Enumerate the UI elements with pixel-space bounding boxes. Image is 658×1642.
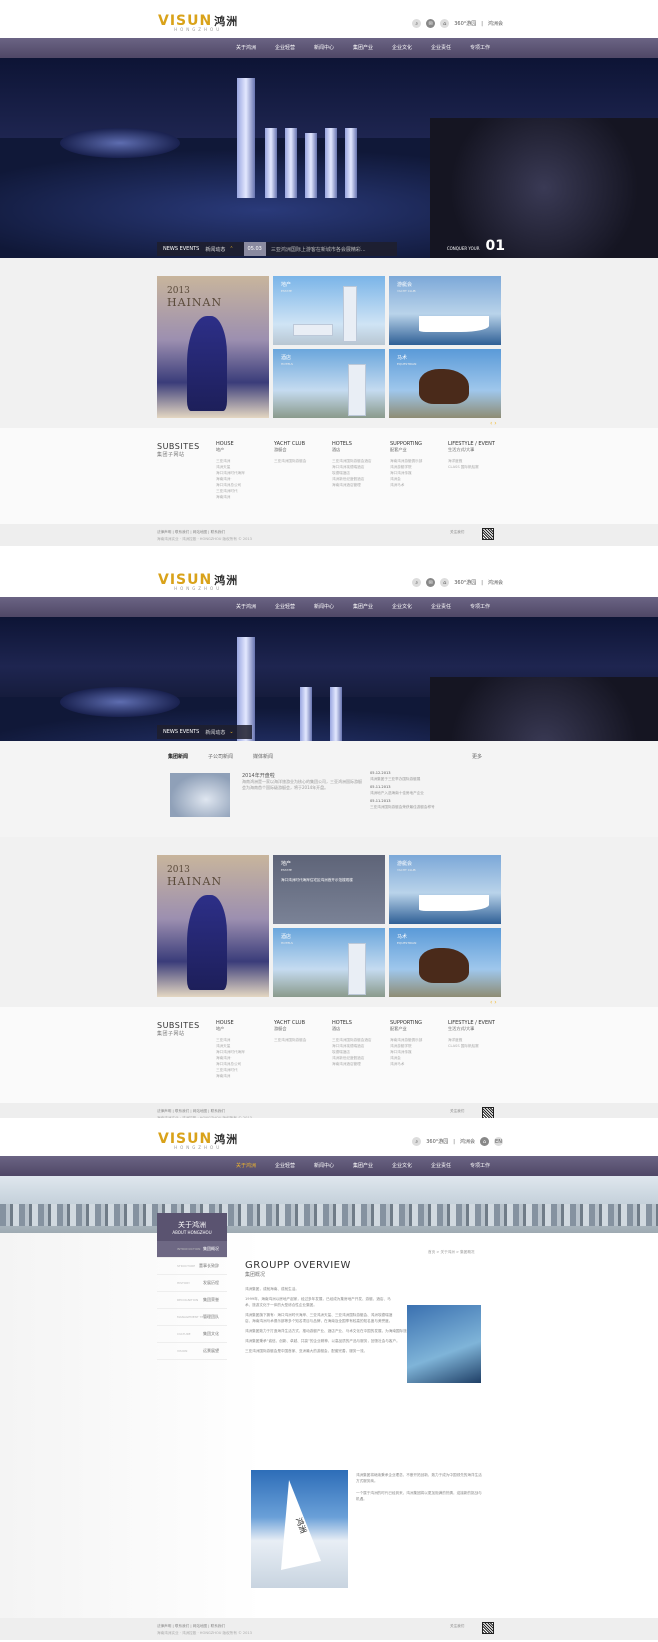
subsite-col-hotels: HOTELS 酒店 三亚鸿洲国际游艇会酒店 海口鸿洲埃德瑞酒店 埃德瑞酒店 鸿洲新世纪度假… (332, 441, 372, 487)
subsite-col-lifestyle: LIFESTYLE / EVENT 生活方式/大事 海洋度假 CLASS 国际帆船赛 (448, 441, 495, 469)
nav-item-responsibility[interactable]: 企业责任 (431, 38, 470, 58)
logo[interactable]: VISUN 鸿洲 HONGZHOU (158, 1131, 238, 1150)
tile-hotels[interactable]: 酒店 HOTELS (273, 349, 385, 418)
homepage-1: VISUN 鸿洲 HONGZHOU ⌕ ✉ ⌂ 360°游园 | 鸿洲会 关于鸿洲 企… (0, 0, 658, 546)
tab-group-news[interactable]: 集团新闻 (168, 753, 188, 760)
slide-indicator: CONQUER YOUR 01 (446, 238, 505, 254)
tile-equestrian[interactable]: 马术 EQUESTRIAN (389, 349, 501, 418)
logo[interactable]: VISUN 鸿洲 HONGZHOU (158, 13, 238, 32)
home-icon[interactable]: ⌂ (480, 1137, 489, 1146)
about-sidebar: 关于鸿洲 ABOUT HONGZHOU INTRODUCTION 集团概况 STRU… (157, 1213, 227, 1360)
chevron-up-icon[interactable]: ⌃ (229, 246, 233, 252)
sailboat-image: 鸿洲 (251, 1470, 348, 1588)
home-icon[interactable]: ⌂ (440, 19, 450, 28)
sidebar-item-culture[interactable]: CULTURE 集团文化 (157, 1326, 227, 1343)
sidebar-item-overview[interactable]: INTRODUCTION 集团概况 (157, 1241, 227, 1258)
lang-switch[interactable]: EN (494, 1137, 503, 1146)
nav-item-culture[interactable]: 企业文化 (392, 38, 431, 58)
search-icon[interactable]: ⌕ (412, 578, 422, 587)
homepage-2: VISUN 鸿洲 HONGZHOU ⌕ ✉ ⌂ 360°游园 | 鸿洲会 关于鸿洲 企业… (0, 559, 658, 1125)
subsite-col-supporting: SUPPORTING 配套产业 海南鸿洲游艇俱乐部 鸿洲游艇学院 海口鸿洲传媒 鸿洲会 鸿洲… (390, 441, 423, 487)
search-icon[interactable]: ⌕ (412, 1137, 422, 1146)
sidebar-item-history[interactable]: HISTORY 发展历程 (157, 1275, 227, 1292)
sidebar-item-honors[interactable]: RECOGNITION 集团荣誉 (157, 1292, 227, 1309)
tile-estate[interactable]: 地产 ESTATE (273, 276, 385, 345)
main-nav: 关于鸿洲 企业轻营 新闻中心 集团产业 企业文化 企业责任 专项工作 (0, 1156, 658, 1176)
tab-company-news[interactable]: 子公司新闻 (208, 753, 233, 760)
footer: 法律声明 | 联系我们 | 网站地图 | 联系我们 海南鸿洲实业 · 鸿洲控股 … (0, 524, 658, 546)
subsite-col-house: HOUSE 地产 三亚鸿洲 鸿洲天玺 海口鸿洲时代海岸 海南鸿洲· 海口鸿洲总公司 三亚鸿洲时… (216, 441, 245, 499)
industry-gallery: 2013 HAINAN 地产 ESTATE 游艇会 YACHT CLUB 酒店 HOTE… (0, 258, 658, 428)
sidebar-item-vision[interactable]: VISION 远景展望 (157, 1343, 227, 1360)
chevron-down-icon[interactable]: ⌄ (229, 729, 233, 735)
nav-item-business[interactable]: 企业轻营 (275, 38, 314, 58)
nav-item-about[interactable]: 关于鸿洲 (236, 38, 275, 58)
subsite-col-yacht: YACHT CLUB 游艇会 三亚鸿洲国际游艇会 (274, 441, 307, 463)
hainan-promo-image[interactable]: 2013 HAINAN (157, 276, 269, 418)
nav-item-news[interactable]: 新闻中心 (314, 38, 353, 58)
nav-item-industry[interactable]: 集团产业 (353, 38, 392, 58)
page-title: GROUPP OVERVIEW (245, 1260, 351, 1271)
industry-gallery: 2013 HAINAN 地产 ESTATE 海口鸿洲时代海岸住宅区鸿洲首开示范楼现楼 … (0, 837, 658, 1007)
hero-banner: NEWS EVENTS 新闻动态 ⌄ (0, 617, 658, 741)
news-panel: 集团新闻 子公司新闻 媒体新闻 更多 2014年开盘啦 海南鸿洲是一家以海洋旅游业… (0, 741, 658, 837)
hero-news-bar[interactable]: NEWS EVENTS 新闻动态 ⌄ (157, 725, 252, 739)
weibo-icon[interactable]: ✉ (426, 19, 436, 28)
weibo-icon[interactable]: ✉ (426, 578, 436, 587)
hero-news-bar[interactable]: NEWS EVENTS 新闻动态 ⌃ 05.03 三亚鸿洲国际上游客在新城市各会展… (157, 242, 397, 256)
gallery-nav-arrows[interactable]: ‹ › (490, 420, 497, 427)
sidebar-item-team[interactable]: MANAGEMENT TEAM 管理团队 (157, 1309, 227, 1326)
header-link-club[interactable]: 鸿洲会 (488, 20, 503, 27)
nav-item-special[interactable]: 专项工作 (470, 38, 509, 58)
search-icon[interactable]: ⌕ (412, 19, 422, 28)
more-link[interactable]: 更多 (472, 753, 482, 760)
news-feature-image[interactable] (170, 773, 230, 817)
tile-yacht[interactable]: 游艇会 YACHT CLUB (389, 276, 501, 345)
about-banner (0, 1176, 658, 1233)
sidebar-item-chairman[interactable]: STRUCTURE 董事长致辞 (157, 1258, 227, 1275)
resort-aerial-image (407, 1305, 481, 1383)
main-nav: 关于鸿洲 企业轻营 新闻中心 集团产业 企业文化 企业责任 专项工作 (0, 597, 658, 617)
subsites: SUBSITES 集团子网站 HOUSE 地产 三亚鸿洲 鸿洲天玺 海口鸿洲时代海岸 海南鸿… (0, 428, 658, 524)
qr-code-icon (482, 528, 494, 540)
qr-code-icon (482, 1622, 494, 1634)
footer: 法律声明 | 联系我们 | 网站地图 | 联系我们 海南鸿洲实业 · 鸿洲控股 … (0, 1618, 658, 1640)
home-icon[interactable]: ⌂ (440, 578, 450, 587)
header: VISUN 鸿洲 HONGZHOU ⌕ ✉ ⌂ 360°游园 | 鸿洲会 (0, 0, 658, 38)
hero-banner: NEWS EVENTS 新闻动态 ⌃ 05.03 三亚鸿洲国际上游客在新城市各会展… (0, 58, 658, 258)
tab-media-news[interactable]: 媒体新闻 (253, 753, 273, 760)
subsites: SUBSITES 集团子网站 HOUSE 地产 三亚鸿洲 鸿洲天玺 海口鸿洲时代海岸 海南鸿… (0, 1007, 658, 1103)
logo[interactable]: VISUN 鸿洲 HONGZHOU (158, 572, 238, 591)
about-content-2: 鸿洲集团将继续秉承企业理念，不断开拓创新，致力于成为中国领先的海洋生活方式服务商… (356, 1473, 482, 1501)
main-nav: 关于鸿洲 企业轻营 新闻中心 集团产业 企业文化 企业责任 专项工作 (0, 38, 658, 58)
header-link-360[interactable]: 360°游园 (454, 20, 476, 27)
